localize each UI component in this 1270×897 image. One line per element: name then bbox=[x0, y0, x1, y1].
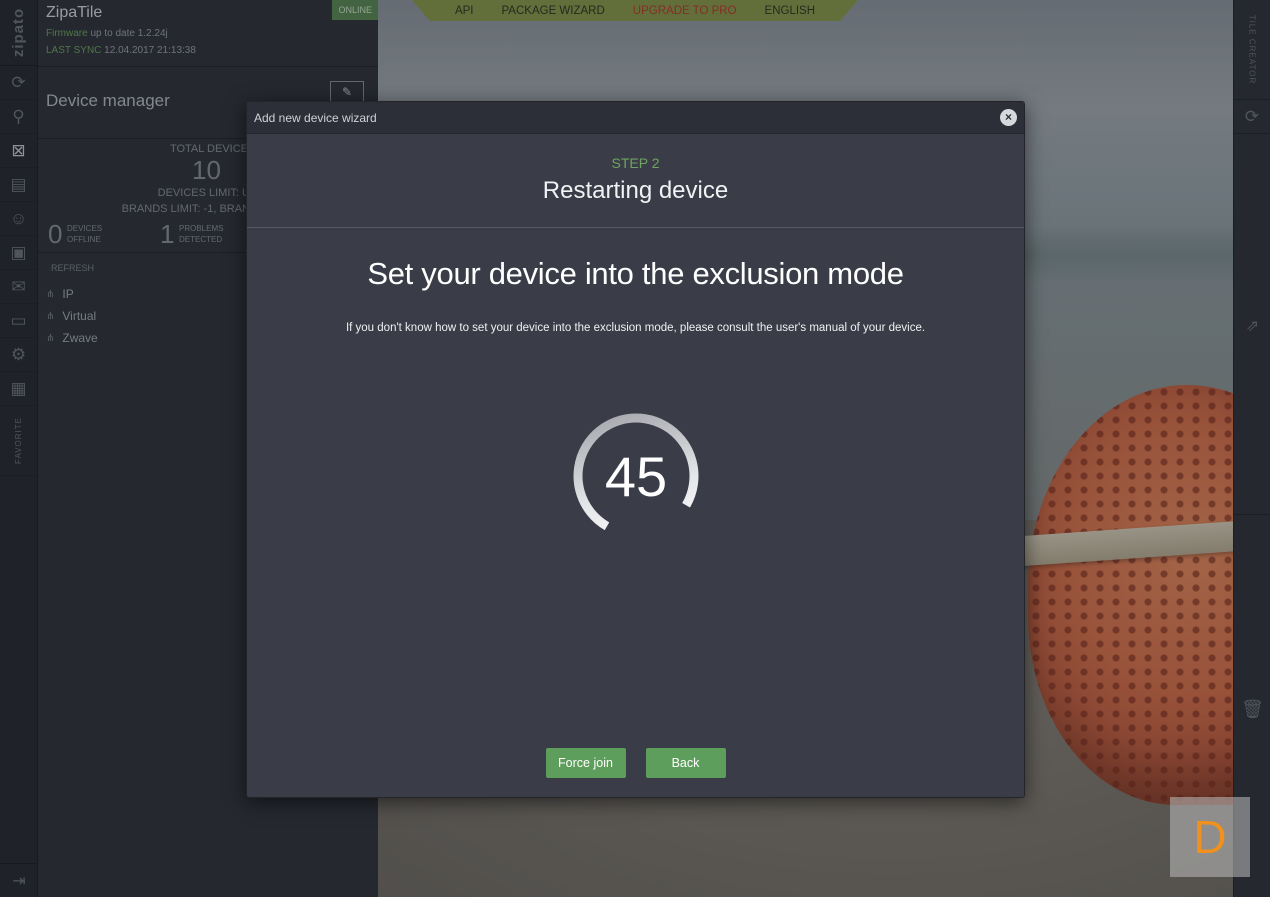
close-icon[interactable]: × bbox=[1000, 109, 1017, 126]
modal-buttons: Force join Back bbox=[247, 748, 1024, 778]
instruction-hint: If you don't know how to set your device… bbox=[345, 322, 926, 334]
modal-title: Add new device wizard bbox=[254, 110, 377, 125]
d-badge: D bbox=[1170, 797, 1250, 877]
instruction-heading: Set your device into the exclusion mode bbox=[367, 256, 904, 291]
step-title: Restarting device bbox=[542, 177, 729, 204]
step-header: STEP 2 Restarting device bbox=[247, 134, 1024, 228]
back-button[interactable]: Back bbox=[645, 748, 726, 778]
add-device-wizard-modal: Add new device wizard × STEP 2 Restartin… bbox=[246, 101, 1025, 798]
countdown-timer: 45 bbox=[572, 412, 700, 540]
countdown-value: 45 bbox=[604, 444, 668, 508]
modal-titlebar: Add new device wizard × bbox=[247, 102, 1024, 134]
step-number: STEP 2 bbox=[611, 155, 660, 171]
force-join-button[interactable]: Force join bbox=[545, 748, 626, 778]
